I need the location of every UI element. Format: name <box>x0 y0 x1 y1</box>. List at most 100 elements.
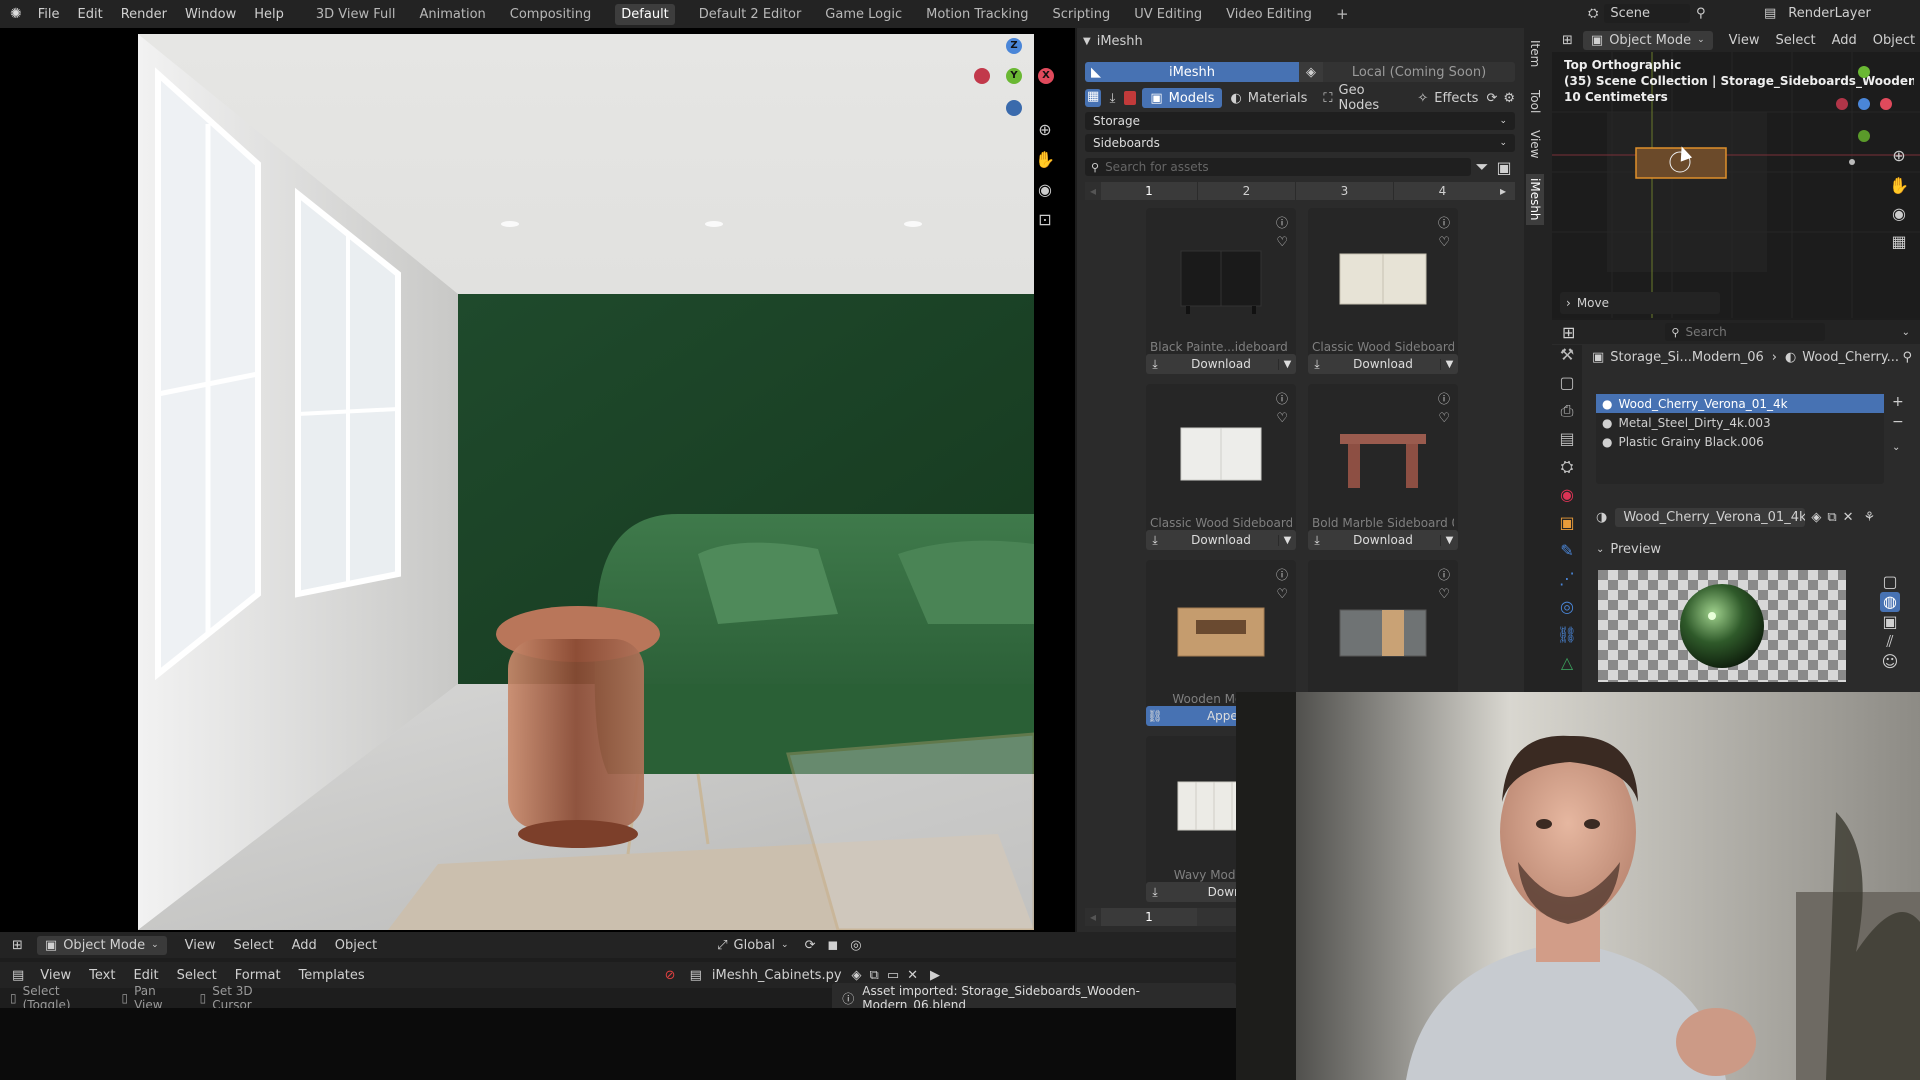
close-icon[interactable]: ✕ <box>1843 510 1854 525</box>
add-workspace-icon[interactable]: + <box>1336 5 1349 23</box>
settings-gear-icon[interactable]: ⚙ <box>1503 91 1515 106</box>
download-button[interactable]: ⤓ Download ▼ <box>1146 530 1296 550</box>
grid-view-icon[interactable]: ▦ <box>1085 89 1102 107</box>
camera-icon[interactable]: ◉ <box>1034 180 1056 202</box>
page-4[interactable]: 4 <box>1393 182 1491 200</box>
prev-page-icon[interactable]: ◂ <box>1085 908 1101 926</box>
duplicate-icon[interactable]: ⧉ <box>1827 510 1836 525</box>
download-button[interactable]: ⤓ Download ▼ <box>1308 530 1458 550</box>
material-slot[interactable]: ● Metal_Steel_Dirty_4k.003 <box>1596 413 1884 432</box>
info-icon[interactable]: ⓘ <box>1276 566 1288 583</box>
tab-local[interactable]: Local (Coming Soon) <box>1323 62 1515 82</box>
view-layer-tab-icon[interactable]: ▤ <box>1552 429 1582 457</box>
scene-tab-icon[interactable]: ⛭ <box>1552 457 1582 485</box>
view-toggle-icon[interactable]: ▣ <box>1493 158 1515 177</box>
download-button[interactable]: ⤓ Download ▼ <box>1146 354 1296 374</box>
tab-3d-view-full[interactable]: 3D View Full <box>316 7 396 22</box>
panel-header[interactable]: ▼ iMeshh <box>1083 34 1143 49</box>
tab-game-logic[interactable]: Game Logic <box>825 7 902 22</box>
prev-page-icon[interactable]: ◂ <box>1085 182 1101 200</box>
favorite-heart-icon[interactable]: ♡ <box>1276 587 1288 602</box>
scene-selector[interactable]: ⛭ Scene ⚲ <box>1588 4 1706 23</box>
data-tab-icon[interactable]: △ <box>1552 653 1582 681</box>
download-button[interactable]: ⤓ Download ▼ <box>1308 354 1458 374</box>
fake-user-shield-icon[interactable]: ◈ <box>852 968 862 983</box>
constraints-tab-icon[interactable]: ⛓ <box>1552 625 1582 653</box>
menu-view[interactable]: View <box>40 968 71 983</box>
favorite-heart-icon[interactable]: ♡ <box>1276 235 1288 250</box>
gizmo-z-neg[interactable] <box>1006 100 1022 116</box>
particles-tab-icon[interactable]: ⋰ <box>1552 569 1582 597</box>
render-tab-icon[interactable]: ▢ <box>1552 373 1582 401</box>
menu-render[interactable]: Render <box>121 7 167 22</box>
editor-type-icon[interactable]: ⊞ <box>1562 33 1573 48</box>
favorite-heart-icon[interactable]: ♡ <box>1438 587 1450 602</box>
filter-icon[interactable]: ⏷ <box>1471 157 1493 177</box>
next-page-icon[interactable]: ▸ <box>1491 182 1515 200</box>
material-slot[interactable]: ● Plastic Grainy Black.006 <box>1596 432 1884 451</box>
object-tab-icon[interactable]: ▣ <box>1552 513 1582 541</box>
text-browse-icon[interactable]: ▤ <box>690 968 702 983</box>
asset-card[interactable]: ⓘ ♡ Bold Marble Sideboard 01 <box>1308 384 1458 546</box>
material-slot[interactable]: ● Wood_Cherry_Verona_01_4k <box>1596 394 1884 413</box>
menu-edit[interactable]: Edit <box>133 968 158 983</box>
menu-templates[interactable]: Templates <box>299 968 365 983</box>
favorite-heart-icon[interactable]: ♡ <box>1438 411 1450 426</box>
dropdown-sideboards[interactable]: Sideboards ⌄ <box>1085 134 1515 152</box>
refresh-icon[interactable]: ⟳ <box>1486 91 1497 106</box>
tool-tab-icon[interactable]: ⚒ <box>1552 345 1582 373</box>
category-geo-nodes[interactable]: ⛶ Geo Nodes <box>1315 83 1409 113</box>
preview-sphere-icon[interactable]: ◍ <box>1880 592 1900 612</box>
search-input[interactable]: ⚲ Search for assets <box>1085 158 1471 176</box>
gizmo-x-neg[interactable] <box>974 68 990 84</box>
warning-icon[interactable]: ⊘ <box>665 968 676 983</box>
menu-view[interactable]: View <box>185 938 216 953</box>
menu-select[interactable]: Select <box>234 938 274 953</box>
tab-motion-tracking[interactable]: Motion Tracking <box>926 7 1028 22</box>
node-icon[interactable]: ⚘ <box>1864 510 1876 525</box>
renderlayer-selector[interactable]: ▤ RenderLayer <box>1764 4 1877 23</box>
info-icon[interactable]: ⓘ <box>1438 566 1450 583</box>
tab-video-editing[interactable]: Video Editing <box>1226 7 1312 22</box>
material-browse-icon[interactable]: ◑ <box>1596 510 1607 525</box>
mode-dropdown[interactable]: ▣ Object Mode ⌄ <box>1582 30 1713 50</box>
category-effects[interactable]: ✧ Effects <box>1409 88 1486 108</box>
chevron-down-icon[interactable]: ▼ <box>1440 534 1458 546</box>
gizmo-y-neg[interactable] <box>1858 130 1870 142</box>
editor-type-icon[interactable]: ⊞ <box>1562 323 1575 342</box>
asset-card[interactable]: ⓘ ♡ Classic Wood Sideboard... <box>1146 384 1296 546</box>
favorite-heart-icon[interactable]: ♡ <box>1438 235 1450 250</box>
operator-panel-move[interactable]: › Move <box>1560 292 1720 314</box>
editor-type-icon[interactable]: ⊞ <box>12 938 23 953</box>
duplicate-icon[interactable]: ⧉ <box>870 968 879 983</box>
chevron-down-icon[interactable]: ▼ <box>1278 358 1296 370</box>
favorites-icon[interactable] <box>1123 91 1137 105</box>
info-icon[interactable]: ⓘ <box>1438 390 1450 407</box>
menu-add[interactable]: Add <box>292 938 317 953</box>
download-icon[interactable]: ⤓ <box>1104 91 1120 106</box>
top-ortho-viewport[interactable]: ⊞ ▣ Object Mode ⌄ View Select Add Object… <box>1552 28 1920 318</box>
tab-uv-editing[interactable]: UV Editing <box>1134 7 1202 22</box>
snap-icon[interactable]: ◼ <box>827 938 838 953</box>
pin-icon[interactable]: ⚲ <box>1696 6 1706 21</box>
tab-default-2-editor[interactable]: Default 2 Editor <box>699 7 802 22</box>
preview-flat-icon[interactable]: ▢ <box>1880 572 1900 592</box>
menu-select[interactable]: Select <box>177 968 217 983</box>
transform-orientation[interactable]: ⤢ Global ⌄ <box>717 938 788 953</box>
menu-window[interactable]: Window <box>185 7 236 22</box>
gizmo-y-axis[interactable] <box>1858 66 1870 78</box>
gizmo-x-axis[interactable] <box>1880 98 1892 110</box>
remove-slot-icon[interactable]: − <box>1892 414 1904 430</box>
asset-card[interactable]: ⓘ ♡ Black Painte...ideboard 01 <box>1146 208 1296 370</box>
gizmo-z-axis[interactable] <box>1858 98 1870 110</box>
close-icon[interactable]: ✕ <box>907 968 918 983</box>
gizmo-x-axis[interactable]: X <box>1038 68 1054 84</box>
modifier-tab-icon[interactable]: ✎ <box>1552 541 1582 569</box>
chevron-down-icon[interactable]: ⌄ <box>1892 442 1900 453</box>
chevron-down-icon[interactable]: ▼ <box>1278 534 1296 546</box>
zoom-icon[interactable]: ⊕ <box>1888 146 1910 168</box>
text-filename[interactable]: iMeshh_Cabinets.py <box>712 968 842 983</box>
lock-icon[interactable]: ⊡ <box>1034 210 1056 232</box>
tab-compositing[interactable]: Compositing <box>510 7 592 22</box>
pin-icon[interactable]: ⚲ <box>1902 350 1912 365</box>
